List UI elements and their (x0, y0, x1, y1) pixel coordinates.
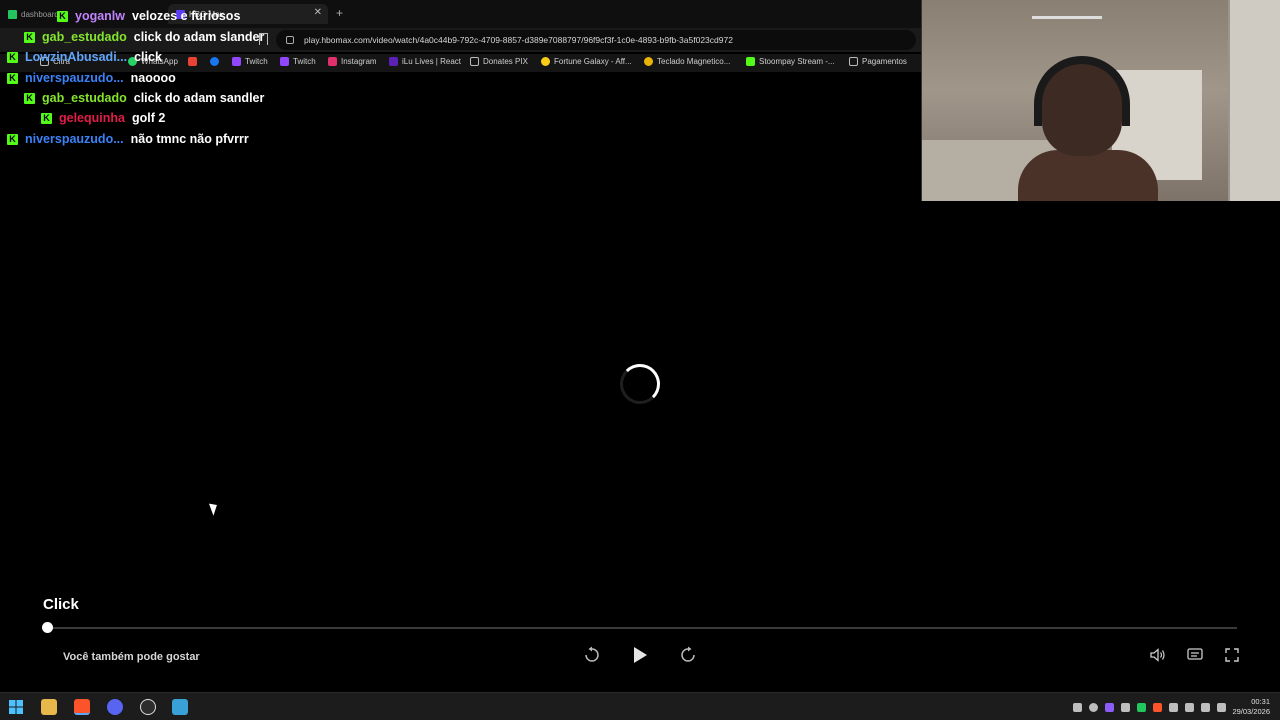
chat-message: K gab_estudado click do adam sandler (24, 91, 264, 105)
webcam-overlay (921, 0, 1280, 201)
fullscreen-icon[interactable] (1222, 645, 1242, 665)
site-info-icon[interactable] (286, 36, 294, 44)
kick-icon (746, 57, 755, 66)
subtitles-icon[interactable] (1185, 645, 1205, 665)
progress-thumb[interactable] (42, 622, 53, 633)
clock-time: 00:31 (1251, 697, 1270, 706)
webcam-door (1228, 0, 1280, 201)
discord-icon[interactable] (107, 699, 123, 715)
kick-badge-icon: K (41, 112, 52, 124)
new-tab-button[interactable]: + (336, 6, 343, 20)
clock[interactable]: 00:31 29/03/2026 (1232, 697, 1270, 717)
network-icon[interactable] (1201, 703, 1210, 712)
chat-message: K gab_estudado click do adam slander (24, 30, 264, 44)
brave-icon[interactable] (1153, 703, 1162, 712)
gmail-icon (188, 57, 197, 66)
chat-username: niverspauzudo... (25, 132, 124, 146)
chat-message: K yoganlw velozes e furiosos (57, 9, 240, 23)
webcam-shelf (1032, 16, 1102, 19)
clock-date: 29/03/2026 (1232, 707, 1270, 716)
tray-app-icon[interactable] (1169, 703, 1178, 712)
chat-text: golf 2 (131, 111, 166, 125)
bookmark-facebook[interactable] (210, 57, 223, 66)
kick-badge-icon: K (24, 31, 35, 43)
tray-app-icon[interactable] (1073, 703, 1082, 712)
folder-icon (470, 57, 479, 66)
bookmark-donates-pix[interactable]: Donates PIX (470, 57, 528, 66)
bookmark-stoompay[interactable]: Stoompay Stream -... (746, 57, 835, 66)
chat-message: K gelequinha golf 2 (41, 111, 165, 125)
bookmark-twitch-2[interactable]: Twitch (280, 57, 316, 66)
chat-message: K niverspauzudo... naoooo (7, 71, 176, 85)
windows-taskbar: 00:31 29/03/2026 (0, 692, 1280, 720)
chat-username: gelequinha (59, 111, 125, 125)
twitch-icon (280, 57, 289, 66)
chat-username: gab_estudado (42, 30, 127, 44)
chat-username: yoganlw (75, 9, 126, 23)
webcam-person-body (1018, 150, 1158, 201)
mouse-cursor-icon (208, 501, 221, 516)
keyboard-icon (644, 57, 653, 66)
volume-icon[interactable] (1148, 645, 1168, 665)
obs-icon[interactable] (140, 699, 156, 715)
kick-badge-icon: K (7, 72, 18, 84)
headphones-icon (1034, 56, 1130, 126)
volume-icon[interactable] (1217, 703, 1226, 712)
chat-text: naoooo (130, 71, 176, 85)
galaxy-icon (541, 57, 550, 66)
bookmark-fortune-galaxy[interactable]: Fortune Galaxy - Aff... (541, 57, 632, 66)
suggestions-link[interactable]: Você também pode gostar (63, 651, 200, 663)
tray-app-icon[interactable] (1137, 703, 1146, 712)
progress-bar[interactable] (47, 627, 1237, 629)
brave-browser-icon[interactable] (74, 699, 90, 715)
microphone-icon[interactable] (1185, 703, 1194, 712)
tray-app-icon[interactable] (1105, 703, 1114, 712)
chat-username: LowzinAbusadi... (25, 50, 128, 64)
chat-username: niverspauzudo... (25, 71, 124, 85)
bookmark-teclado[interactable]: Teclado Magnetico... (644, 57, 730, 66)
chat-text: velozes e furiosos (132, 9, 241, 23)
tab-dashboard[interactable]: dashboard (8, 4, 59, 24)
chat-text: click do adam sandler (133, 91, 265, 105)
close-icon[interactable]: ✕ (314, 7, 322, 18)
kick-badge-icon: K (24, 92, 35, 104)
tray-app-icon[interactable] (1089, 703, 1098, 712)
chat-text: não tmnc não pfvrrr (130, 132, 249, 146)
instagram-icon (328, 57, 337, 66)
facebook-icon (210, 57, 219, 66)
bookmark-ilu-lives[interactable]: iLu Lives | React (389, 57, 461, 66)
headset-icon[interactable] (1121, 703, 1130, 712)
kick-badge-icon: K (7, 133, 18, 145)
app-icon[interactable] (172, 699, 188, 715)
chat-text: click do adam slander (133, 30, 265, 44)
chat-username: gab_estudado (42, 91, 127, 105)
bookmark-pagamentos[interactable]: Pagamentos (849, 57, 907, 66)
bookmark-instagram[interactable]: Instagram (328, 57, 377, 66)
ilu-icon (389, 57, 398, 66)
folder-icon (849, 57, 858, 66)
twitch-icon (232, 57, 241, 66)
chat-message: K niverspauzudo... não tmnc não pfvrrr (7, 132, 249, 146)
kick-icon (8, 9, 17, 19)
play-icon[interactable] (630, 645, 650, 665)
chat-message: K LowzinAbusadi... click (7, 50, 162, 64)
file-explorer-icon[interactable] (41, 699, 57, 715)
windows-start-icon[interactable] (9, 700, 23, 714)
url-field[interactable]: play.hbomax.com/video/watch/4a0c44b9-792… (276, 30, 916, 50)
rewind-icon[interactable] (582, 645, 602, 665)
bookmark-gmail[interactable] (188, 57, 201, 66)
forward-icon[interactable] (678, 645, 698, 665)
video-title: Click (43, 596, 79, 613)
bookmark-twitch-1[interactable]: Twitch (232, 57, 268, 66)
kick-badge-icon: K (7, 51, 18, 63)
chat-text: click (134, 50, 162, 64)
kick-badge-icon: K (57, 10, 68, 22)
loading-spinner (620, 364, 660, 404)
